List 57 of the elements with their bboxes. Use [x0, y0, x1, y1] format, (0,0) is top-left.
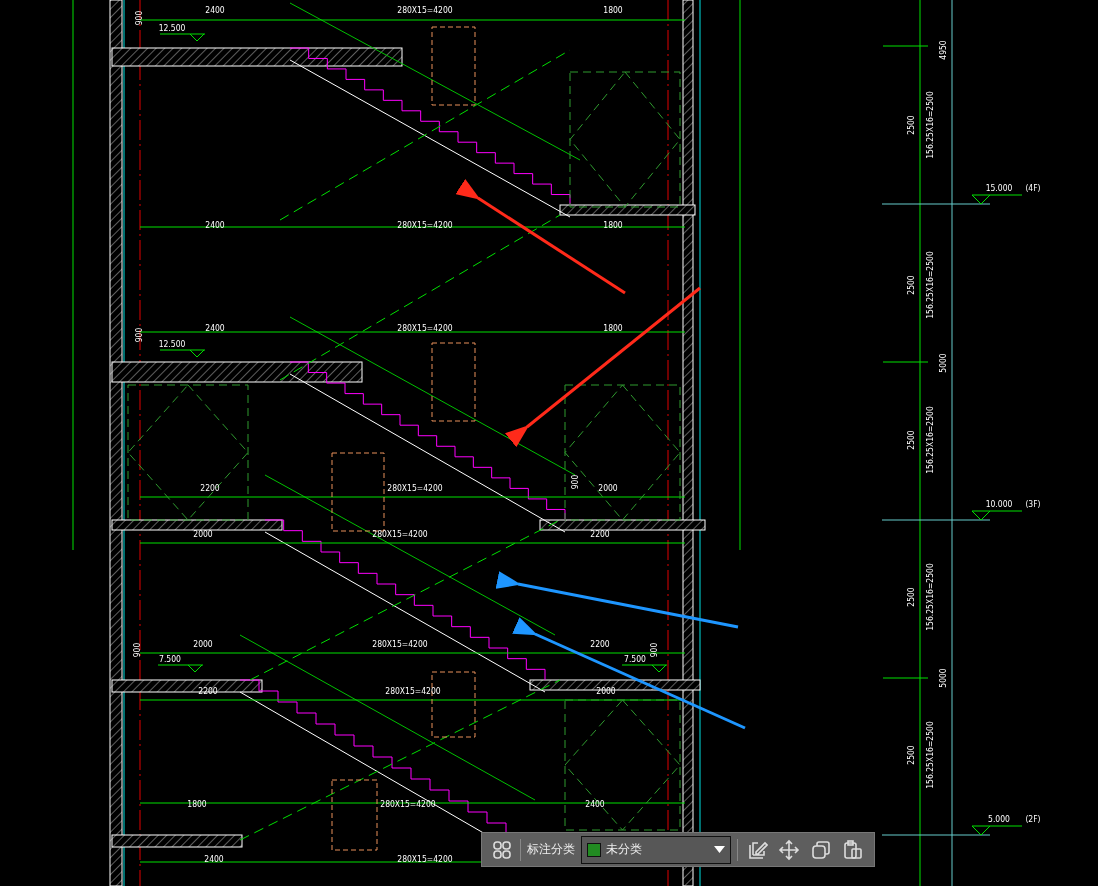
dimension-label: 2400 [205, 323, 225, 333]
dimension-label: 280X15=4200 [397, 323, 453, 333]
elevation-label: 15.000 [985, 183, 1013, 193]
dimension-label: 280X15=4200 [385, 686, 441, 696]
level-label: 12.500 [158, 23, 186, 33]
dimension-label: 156.25X16=2500 [925, 721, 935, 789]
dimension-label: 900 [570, 474, 580, 490]
dimension-label: 2000 [193, 639, 213, 649]
dimension-label: 2200 [198, 686, 218, 696]
dimension-label: 1800 [603, 323, 623, 333]
dimension-label: 1800 [603, 220, 623, 230]
dimension-label: 1800 [603, 5, 623, 15]
dimension-label: 280X15=4200 [372, 639, 428, 649]
dimension-label: 156.25X16=2500 [925, 251, 935, 319]
dimension-label: 2400 [205, 5, 225, 15]
dimension-label: 2200 [590, 529, 610, 539]
dimension-label: 900 [134, 10, 144, 26]
floor-label: (2F) [1025, 814, 1041, 824]
dimension-label: 280X15=4200 [397, 5, 453, 15]
dimension-label: 2400 [205, 220, 225, 230]
floor-label: (4F) [1025, 183, 1041, 193]
dimension-label: 2000 [598, 483, 618, 493]
category-dropdown[interactable]: 未分类 [581, 835, 731, 864]
dimension-label: 4950 [938, 40, 948, 60]
dimension-label: 2500 [906, 275, 916, 295]
category-label: 标注分类 [527, 841, 575, 858]
level-label: 7.500 [159, 654, 181, 664]
dimension-label: 156.25X16=2500 [925, 563, 935, 631]
dimension-label: 280X15=4200 [380, 799, 436, 809]
dimension-label: 1800 [187, 799, 207, 809]
dimension-label: 2400 [204, 854, 224, 864]
dimension-label: 2000 [596, 686, 616, 696]
elevation-label: 5.000 [988, 814, 1010, 824]
dimension-label: 900 [134, 327, 144, 343]
level-label: 7.500 [624, 654, 646, 664]
dimension-label: 280X15=4200 [397, 220, 453, 230]
level-label: 12.500 [158, 339, 186, 349]
dimension-label: 280X15=4200 [397, 854, 453, 864]
dimension-label: 280X15=4200 [372, 529, 428, 539]
dimension-label: 5000 [938, 353, 948, 373]
dimension-label: 2500 [906, 587, 916, 607]
dimension-label: 2500 [906, 430, 916, 450]
dimension-label: 900 [132, 642, 142, 658]
floor-label: (3F) [1025, 499, 1041, 509]
dimension-label: 2000 [193, 529, 213, 539]
caret-icon [714, 846, 725, 853]
dimension-label: 2200 [200, 483, 220, 493]
dimension-label: 2200 [590, 639, 610, 649]
dimension-label: 2500 [906, 115, 916, 135]
dimension-label: 2400 [585, 799, 605, 809]
dimension-label: 2500 [906, 745, 916, 765]
dimension-label: 156.25X16=2500 [925, 91, 935, 159]
elevation-label: 10.000 [985, 499, 1013, 509]
dimension-label: 900 [649, 642, 659, 658]
dimension-label: 280X15=4200 [387, 483, 443, 493]
dimension-label: 5000 [938, 668, 948, 688]
dimension-label: 156.25X16=2500 [925, 406, 935, 474]
